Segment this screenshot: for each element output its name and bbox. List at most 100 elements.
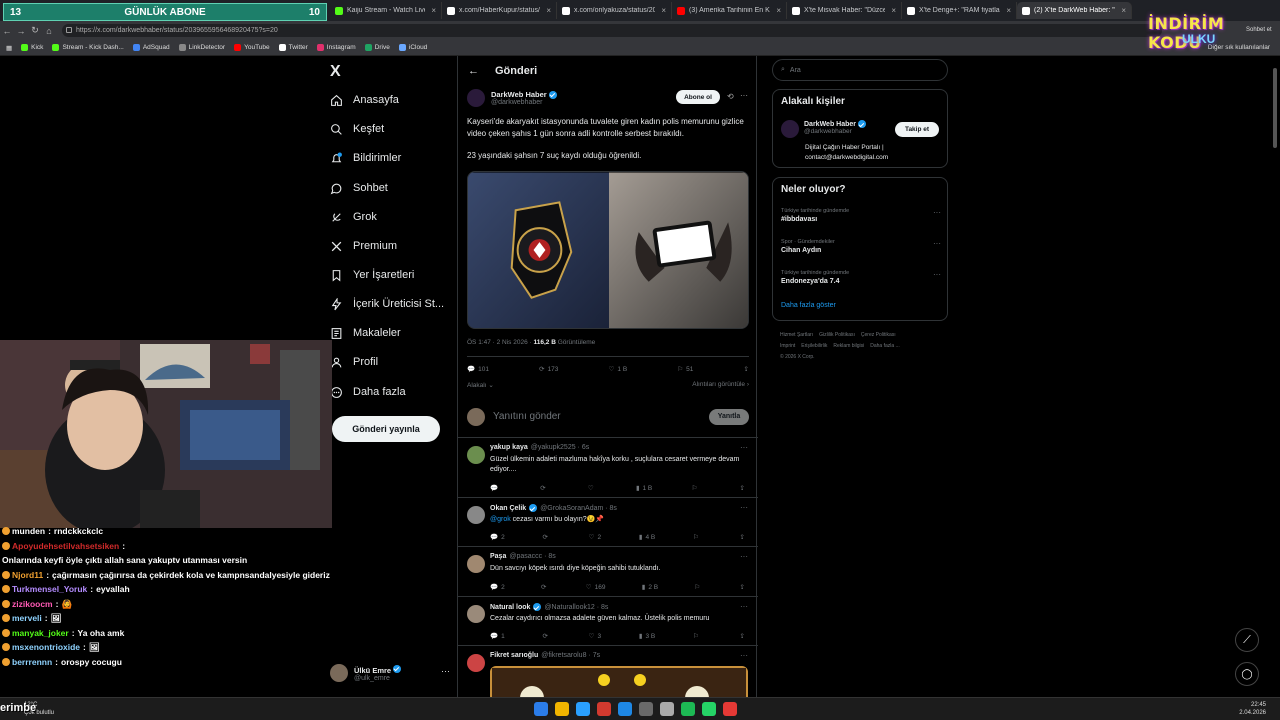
bookmark-item[interactable]: YouTube [234, 44, 270, 52]
more-icon[interactable]: ··· [740, 91, 748, 100]
heart-action[interactable]: ♡ 3 [589, 632, 601, 641]
chat-username[interactable]: zizikoocm [12, 597, 53, 612]
apps-icon[interactable]: ▦ [6, 44, 12, 52]
author-name[interactable]: DarkWeb Haber [491, 90, 557, 99]
reply-avatar[interactable] [467, 654, 485, 672]
tab-close-icon[interactable]: × [661, 6, 666, 15]
messages-fab[interactable]: ◯ [1235, 662, 1259, 686]
browser-tab[interactable]: (3) Amerika Tarihinin En Kanlı Liv... × [672, 2, 787, 19]
browser-tab[interactable]: x.com/HaberKupur/status/20393... × [442, 2, 557, 19]
tab-close-icon[interactable]: × [776, 6, 781, 15]
reply-action[interactable]: 💬 2 [490, 533, 505, 542]
trend-item[interactable]: Türkiye tarihinde gündemde Endonezya'da 7… [781, 270, 941, 285]
person-card[interactable]: DarkWeb Haber @darkwebhaber [781, 120, 867, 138]
footer-link[interactable]: Hizmet Şartları [780, 332, 813, 338]
heart-action[interactable]: ♡ [588, 484, 597, 492]
share-action[interactable]: ⇪ [740, 632, 748, 640]
views-action[interactable]: ▮ 4 B [639, 533, 655, 542]
reply-author-name[interactable]: yakup kaya [490, 444, 528, 451]
reply-action[interactable]: 💬 1 [490, 632, 505, 641]
bookmark-action[interactable]: ⚐ [691, 484, 700, 492]
search-input[interactable]: ⌕ Ara [772, 59, 948, 81]
reply-submit-button[interactable]: Yanıtla [709, 408, 749, 425]
post-author[interactable]: DarkWeb Haber @darkwebhaber [467, 89, 557, 107]
trend-item[interactable]: Türkiye tarihinde gündemde #ibbdavası ··· [781, 208, 941, 223]
repost-action[interactable]: ⟳ [542, 632, 550, 640]
chat-username[interactable]: Apoyudehsetilvahsetsiken [12, 539, 119, 554]
browser-tab[interactable]: (2) X'te DarkWeb Haber: "Kayse... × [1017, 2, 1132, 19]
more-icon[interactable]: ··· [740, 443, 748, 452]
tab-close-icon[interactable]: × [891, 6, 896, 15]
nav-item-more-circle[interactable]: Daha fazla [330, 382, 406, 402]
tab-close-icon[interactable]: × [1006, 6, 1011, 15]
view-quotes-link[interactable]: Alıntıları görüntüle › [692, 381, 749, 389]
taskbar-app-icon[interactable] [723, 702, 737, 716]
reply-avatar[interactable] [467, 506, 485, 524]
grok-fab[interactable]: ⟋ [1235, 628, 1259, 652]
author-avatar[interactable] [467, 89, 485, 107]
browser-tab[interactable]: x.com/onlyakuza/status/2039368... × [557, 2, 672, 19]
heart-action[interactable]: ♡ 2 [589, 533, 601, 542]
footer-link[interactable]: Imprint [780, 343, 795, 349]
reply-item[interactable]: Paşa @pasaccc · 8s ··· Dün savcıyı köpek ıs… [458, 547, 758, 597]
nav-item-bell[interactable]: Bildirimler [330, 148, 401, 168]
more-icon[interactable]: ··· [933, 239, 941, 248]
tab-close-icon[interactable]: × [431, 6, 436, 15]
footer-link[interactable]: Daha fazla ... [870, 343, 899, 349]
reply-item[interactable]: Okan Çelik @GrokaSoranAdam · 8s ··· @grok c… [458, 498, 758, 547]
mention-link[interactable]: @grok [490, 516, 511, 523]
follow-button[interactable]: Takip et [895, 122, 939, 137]
taskbar-app-icon[interactable] [597, 702, 611, 716]
like-action[interactable]: ♡ 1 B [609, 365, 628, 374]
browser-tab[interactable]: X'te Misvak Haber: "Düzce'de gı... × [787, 2, 902, 19]
repost-action[interactable]: ⟳ [541, 583, 549, 591]
bookmark-action[interactable]: ⚐ [694, 583, 703, 591]
nav-item-x-premium[interactable]: Premium [330, 236, 397, 256]
bookmark-item[interactable]: Instagram [316, 44, 356, 52]
bookmark-action[interactable]: ⚐ [693, 632, 702, 640]
views-action[interactable]: ▮ 2 B [642, 583, 658, 592]
reply-author-name[interactable]: Fikret sarıoğlu [490, 652, 538, 659]
show-more-link[interactable]: Daha fazla göster [781, 302, 836, 309]
grok-icon[interactable]: ⟲ [727, 92, 734, 101]
bookmark-item[interactable]: iCloud [398, 44, 427, 52]
x-logo[interactable]: X [330, 63, 341, 81]
repost-action[interactable]: ⟳ [542, 533, 550, 541]
taskbar-app-icon[interactable] [576, 702, 590, 716]
nav-item-home[interactable]: Anasayfa [330, 90, 399, 110]
tab-close-icon[interactable]: × [546, 6, 551, 15]
nav-item-user[interactable]: Profil [330, 352, 378, 372]
views-action[interactable]: ▮ 3 B [639, 632, 655, 641]
taskbar-app-icon[interactable] [660, 702, 674, 716]
nav-item-bolt[interactable]: İçerik Üreticisi St... [330, 294, 444, 314]
forward-nav-icon[interactable]: → [14, 26, 28, 36]
reply-action[interactable]: 💬 101 [467, 365, 489, 374]
bookmark-action[interactable]: ⚐ [693, 533, 702, 541]
more-icon[interactable]: ··· [740, 651, 748, 660]
taskbar-app-icon[interactable] [555, 702, 569, 716]
bookmark-item[interactable]: LinkDetector [178, 44, 225, 52]
bookmark-item[interactable]: Drive [364, 44, 390, 52]
taskbar-app-icon[interactable] [534, 702, 548, 716]
scrollbar-thumb[interactable] [1273, 68, 1277, 148]
more-icon[interactable]: ··· [740, 602, 748, 611]
nav-item-chat[interactable]: Sohbet [330, 178, 388, 198]
share-action[interactable]: ⇪ [744, 365, 749, 373]
footer-link[interactable]: Çerez Politikası [861, 332, 896, 338]
more-icon[interactable]: ··· [740, 552, 748, 561]
bookmark-action[interactable]: ⚐ 51 [677, 365, 693, 374]
taskbar-app-icon[interactable] [702, 702, 716, 716]
nav-item-article[interactable]: Makaleler [330, 323, 401, 343]
chat-username[interactable]: Turkmensel_Yoruk [12, 582, 87, 597]
taskbar-app-icon[interactable] [618, 702, 632, 716]
footer-link[interactable]: Erişilebilirlik [801, 343, 827, 349]
more-icon[interactable]: ··· [441, 666, 450, 676]
reply-action[interactable]: 💬 [490, 484, 501, 492]
chat-username[interactable]: berrrennn [12, 655, 52, 670]
back-arrow-icon[interactable]: ← [468, 65, 479, 77]
more-icon[interactable]: ··· [933, 270, 941, 279]
bookmark-item[interactable]: Kick [21, 44, 43, 52]
share-action[interactable]: ⇪ [740, 583, 748, 591]
clock[interactable]: 22:45 2.04.2026 [1239, 701, 1266, 717]
reply-avatar[interactable] [467, 555, 485, 573]
